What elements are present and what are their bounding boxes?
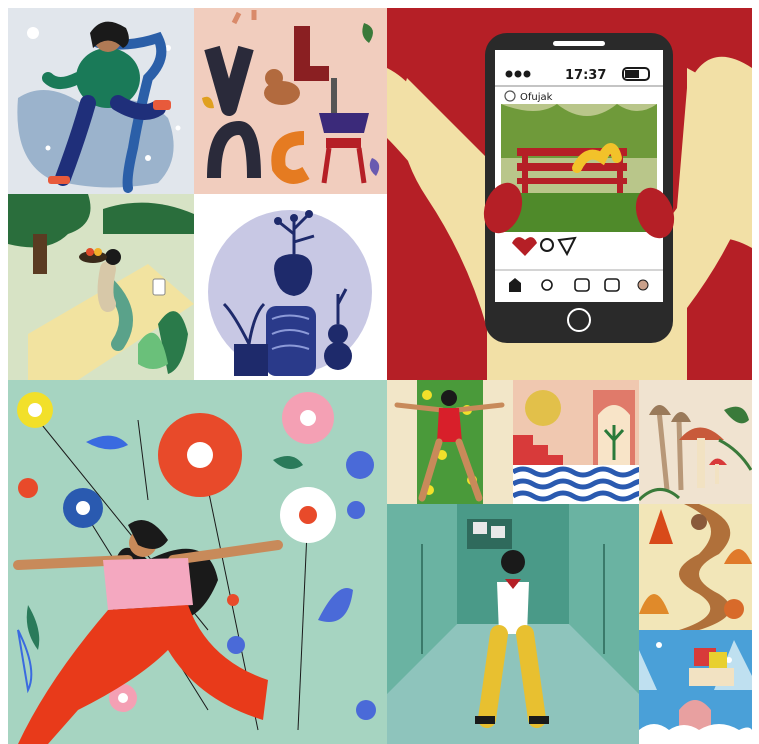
tile-vases <box>194 194 387 380</box>
tile-letters <box>194 8 387 194</box>
tile-phone: 17:37 Ofujak <box>387 8 752 380</box>
tile-mushrooms <box>639 380 752 504</box>
tile-picnic <box>8 194 194 380</box>
winter-illustration <box>639 630 752 744</box>
tile-skater <box>8 8 194 194</box>
phone-time: 17:37 <box>565 68 606 83</box>
tile-pool <box>513 380 639 504</box>
phone-illustration: 17:37 Ofujak <box>387 8 752 380</box>
skater-illustration <box>8 8 194 194</box>
flower-yellow <box>17 392 53 428</box>
tile-winter <box>639 630 752 744</box>
tile-hallway <box>387 504 639 744</box>
hallway-illustration <box>387 504 639 744</box>
tile-swimmer <box>387 380 513 504</box>
tile-autumn <box>639 504 752 630</box>
pool-illustration <box>513 380 639 504</box>
swimmer-illustration <box>387 380 513 504</box>
mushrooms-illustration <box>639 380 752 504</box>
flower-red <box>158 413 242 497</box>
letters-illustration <box>194 8 387 194</box>
flower-blue <box>63 488 103 528</box>
autumn-illustration <box>639 504 752 630</box>
vases-illustration <box>194 194 387 380</box>
tile-flowers <box>8 380 387 744</box>
phone-username: Ofujak <box>520 92 553 103</box>
picnic-illustration <box>8 194 194 380</box>
flowers-illustration <box>8 380 387 744</box>
flower-white <box>280 487 336 543</box>
flower-pink <box>282 392 334 444</box>
